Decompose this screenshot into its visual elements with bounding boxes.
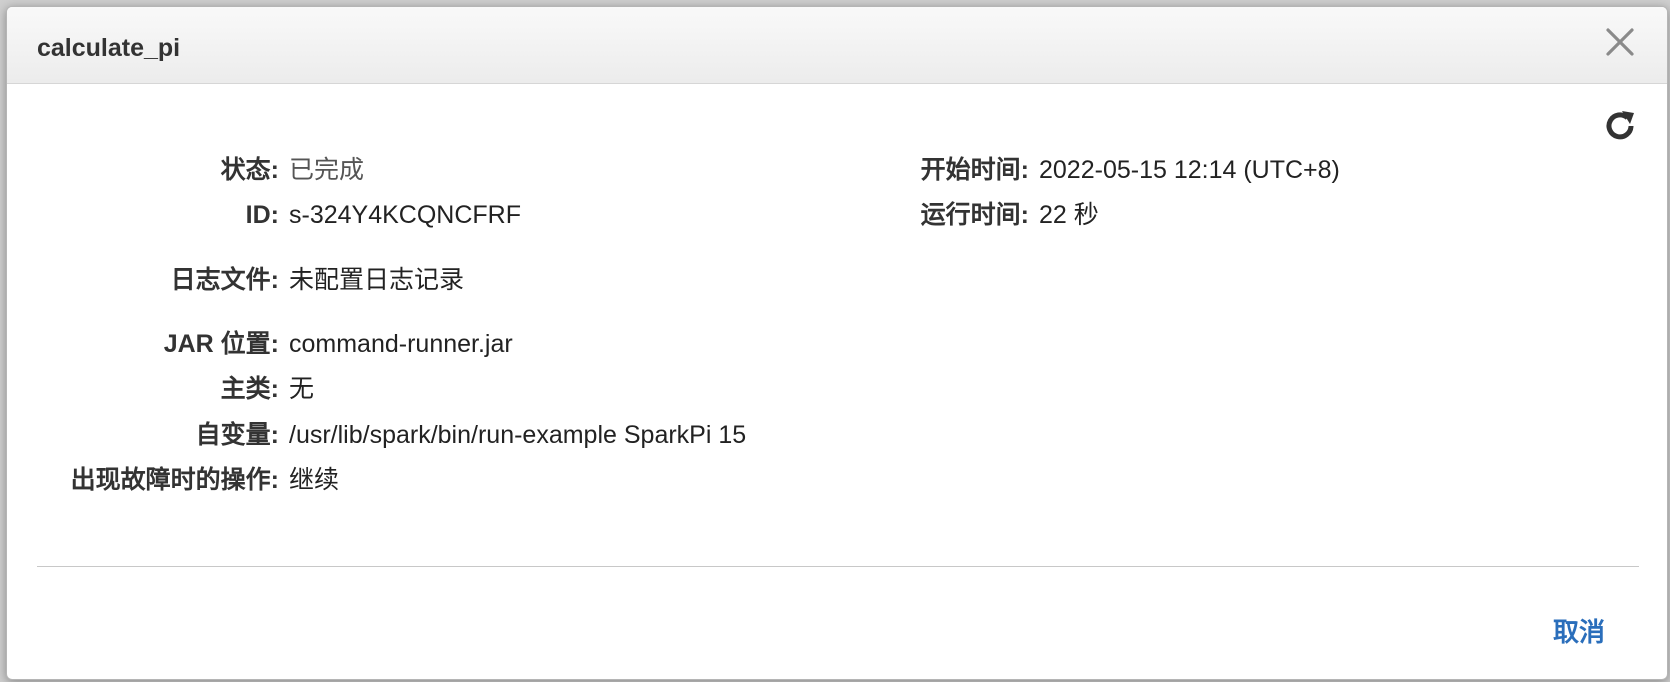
arguments-row: 自变量: [7,418,279,452]
log-file-value: 未配置日志记录 [289,266,465,294]
status-label: 状态: [220,156,279,184]
close-icon[interactable] [1603,25,1637,59]
log-file-row: 日志文件: [7,263,279,297]
on-failure-label: 出现故障时的操作: [70,466,279,494]
refresh-icon[interactable] [1601,107,1639,145]
start-time-label: 开始时间: [920,156,1029,184]
jar-location-label: JAR 位置: [163,330,279,358]
main-class-label: 主类: [220,375,279,403]
on-failure-value: 继续 [289,466,340,494]
dialog-header: calculate_pi [7,7,1667,84]
id-label: ID: [245,201,279,229]
jar-location-value: command-runner.jar [289,330,513,358]
on-failure-row: 出现故障时的操作: [7,463,279,497]
start-time-row: 开始时间: [807,153,1029,187]
main-class-value: 无 [289,375,315,403]
id-row: ID: [7,198,279,232]
log-file-label: 日志文件: [170,266,279,294]
status-value: 已完成 [289,156,365,184]
jar-location-row: JAR 位置: [7,327,279,361]
start-time-value: 2022-05-15 12:14 (UTC+8) [1039,156,1340,184]
main-class-row: 主类: [7,372,279,406]
dialog-title: calculate_pi [37,34,181,62]
footer-divider [37,566,1639,567]
run-time-row: 运行时间: [807,198,1029,232]
arguments-value: /usr/lib/spark/bin/run-example SparkPi 1… [289,421,747,449]
run-time-label: 运行时间: [920,201,1029,229]
step-details-dialog: calculate_pi 状态: 已完成 ID: s-324Y4KCQNCFRF… [6,6,1668,680]
run-time-value: 22 秒 [1039,201,1099,229]
cancel-button[interactable]: 取消 [1553,612,1605,649]
status-row: 状态: [7,153,279,187]
arguments-label: 自变量: [195,421,279,449]
id-value: s-324Y4KCQNCFRF [289,201,521,229]
